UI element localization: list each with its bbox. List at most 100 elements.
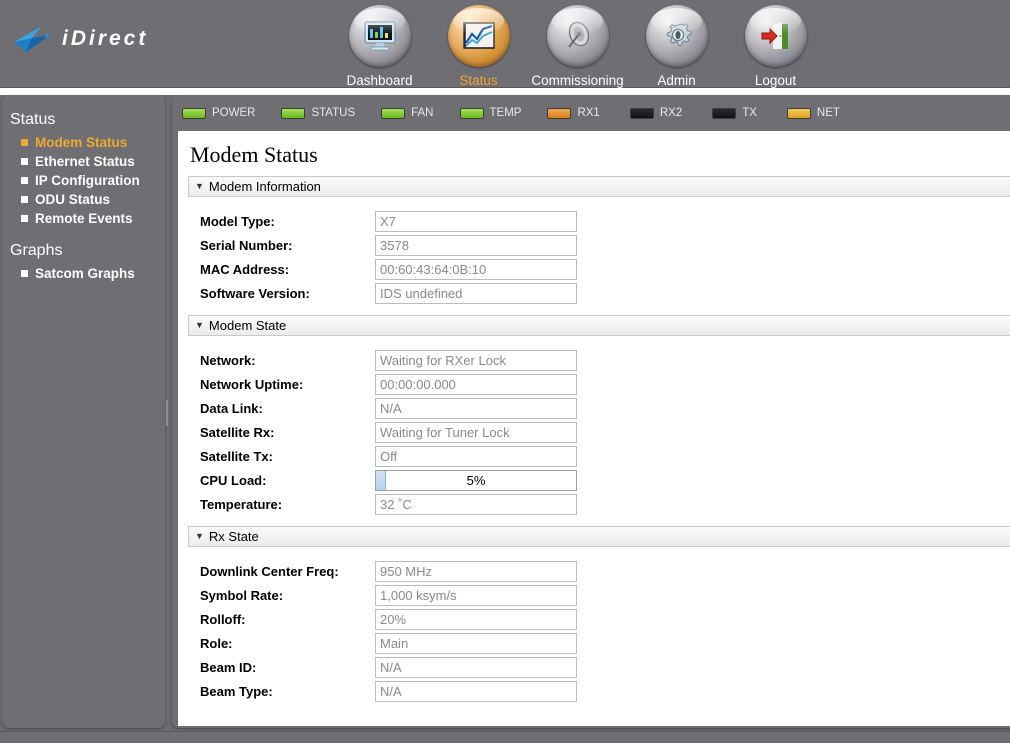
cpu-load-progress-bar: 5% bbox=[375, 469, 577, 491]
field-label: Rolloff: bbox=[200, 611, 246, 627]
field-satellite-tx: Satellite Tx: Off bbox=[188, 444, 1010, 468]
section-body-rx-state: Downlink Center Freq: 950 MHz Symbol Rat… bbox=[188, 547, 1010, 713]
led-label: STATUS bbox=[311, 107, 356, 119]
field-label: Beam Type: bbox=[200, 683, 273, 699]
field-value[interactable]: 20% bbox=[375, 608, 577, 630]
section-body-modem-state: Network: Waiting for RXer Lock Network U… bbox=[188, 336, 1010, 526]
monitor-chart-icon bbox=[348, 5, 411, 67]
sidebar-splitter-handle[interactable] bbox=[166, 400, 168, 426]
cpu-load-value: 5% bbox=[466, 472, 486, 488]
bullet-icon bbox=[21, 215, 28, 222]
field-symbol-rate: Symbol Rate: 1,000 ksym/s bbox=[188, 583, 1010, 607]
led-power: POWER bbox=[182, 107, 255, 119]
section-modem-state: ▼ Modem State Network: Waiting for RXer … bbox=[188, 315, 1010, 526]
field-label: Beam ID: bbox=[200, 659, 257, 675]
nav-item-logout[interactable]: Logout bbox=[726, 5, 825, 88]
exit-door-icon bbox=[744, 5, 807, 67]
field-value[interactable]: 32 ˚C bbox=[375, 493, 577, 515]
field-network: Network: Waiting for RXer Lock bbox=[188, 348, 1010, 372]
field-value[interactable]: 3578 bbox=[375, 234, 577, 256]
nav-item-admin[interactable]: Admin bbox=[627, 5, 726, 88]
field-value[interactable]: 1,000 ksym/s bbox=[375, 584, 577, 606]
section-title: Modem Information bbox=[208, 179, 321, 194]
field-label: Network: bbox=[200, 352, 256, 368]
field-label: Data Link: bbox=[200, 400, 263, 416]
led-indicator-icon bbox=[281, 107, 306, 119]
chevron-down-icon: ▼ bbox=[195, 531, 204, 541]
field-model-type: Model Type: X7 bbox=[188, 209, 1010, 233]
led-tx: TX bbox=[712, 107, 757, 119]
led-fan: FAN bbox=[381, 107, 434, 119]
sidebar-item-label: Ethernet Status bbox=[35, 154, 135, 169]
field-network-uptime: Network Uptime: 00:00:00.000 bbox=[188, 372, 1010, 396]
section-header-modem-information[interactable]: ▼ Modem Information bbox=[188, 176, 1010, 197]
app-header: iDirect Dashboard Status Commissioning A… bbox=[0, 0, 1010, 88]
sidebar-item-satcom-graphs[interactable]: Satcom Graphs bbox=[2, 264, 165, 283]
section-header-rx-state[interactable]: ▼ Rx State bbox=[188, 526, 1010, 547]
field-downlink-center-freq: Downlink Center Freq: 950 MHz bbox=[188, 559, 1010, 583]
field-value[interactable]: 00:00:00.000 bbox=[375, 373, 577, 395]
gear-icon bbox=[645, 5, 708, 67]
field-value[interactable]: Main bbox=[375, 632, 577, 654]
led-label: POWER bbox=[212, 107, 256, 119]
led-label: NET bbox=[816, 107, 840, 119]
led-indicator-icon bbox=[182, 107, 206, 119]
field-label: Role: bbox=[200, 635, 233, 651]
field-value[interactable]: Waiting for Tuner Lock bbox=[375, 421, 577, 443]
led-label: RX2 bbox=[659, 107, 683, 119]
field-value[interactable]: IDS undefined bbox=[375, 282, 577, 304]
sidebar-item-ethernet-status[interactable]: Ethernet Status bbox=[2, 152, 165, 171]
field-label: Symbol Rate: bbox=[200, 587, 284, 603]
nav-item-commissioning[interactable]: Commissioning bbox=[528, 5, 627, 88]
field-mac-address: MAC Address: 00:60:43:64:0B:10 bbox=[188, 257, 1010, 281]
nav-label-dashboard: Dashboard bbox=[346, 73, 413, 88]
sidebar-item-modem-status[interactable]: Modem Status bbox=[2, 133, 165, 152]
field-satellite-rx: Satellite Rx: Waiting for Tuner Lock bbox=[188, 420, 1010, 444]
led-status-bar: POWER STATUS FAN TEMP RX1 RX2 TX NET bbox=[172, 95, 1010, 131]
page-title: Modem Status bbox=[190, 142, 318, 167]
header-gap bbox=[0, 88, 1010, 95]
nav-item-status[interactable]: Status bbox=[429, 5, 528, 88]
brand-logo: iDirect bbox=[12, 22, 148, 56]
field-temperature: Temperature: 32 ˚C bbox=[188, 492, 1010, 516]
field-value[interactable]: N/A bbox=[375, 680, 577, 702]
led-indicator-icon bbox=[459, 107, 484, 119]
app-footer bbox=[0, 731, 1010, 743]
sidebar-group-title-status: Status bbox=[10, 111, 56, 128]
nav-label-commissioning: Commissioning bbox=[531, 73, 624, 88]
field-value[interactable]: Off bbox=[375, 445, 577, 467]
field-label: CPU Load: bbox=[200, 472, 267, 488]
sidebar-item-ip-configuration[interactable]: IP Configuration bbox=[2, 171, 165, 190]
section-title: Rx State bbox=[208, 529, 259, 544]
section-header-modem-state[interactable]: ▼ Modem State bbox=[188, 315, 1010, 336]
field-label: Network Uptime: bbox=[200, 376, 304, 392]
led-label: RX1 bbox=[577, 107, 600, 119]
field-value[interactable]: N/A bbox=[375, 656, 577, 678]
content-area: Modem Status ▼ Modem Information Model T… bbox=[178, 131, 1010, 726]
field-value[interactable]: N/A bbox=[375, 397, 577, 419]
field-value[interactable]: X7 bbox=[375, 210, 577, 232]
sidebar-group-title-graphs: Graphs bbox=[10, 242, 63, 259]
led-rx1: RX1 bbox=[547, 107, 600, 119]
sidebar-item-remote-events[interactable]: Remote Events bbox=[2, 209, 165, 228]
field-value[interactable]: Waiting for RXer Lock bbox=[375, 349, 577, 371]
field-serial-number: Serial Number: 3578 bbox=[188, 233, 1010, 257]
bullet-icon bbox=[21, 196, 28, 203]
led-indicator-icon bbox=[629, 107, 654, 119]
field-cpu-load: CPU Load: 5% bbox=[188, 468, 1010, 492]
field-software-version: Software Version: IDS undefined bbox=[188, 281, 1010, 305]
field-label: Downlink Center Freq: bbox=[200, 563, 339, 579]
sidebar-item-label: Satcom Graphs bbox=[35, 266, 135, 281]
brand-name: iDirect bbox=[62, 27, 149, 50]
field-label: Satellite Rx: bbox=[200, 424, 275, 440]
nav-label-status: Status bbox=[459, 73, 498, 88]
led-indicator-icon bbox=[381, 107, 406, 119]
satellite-dish-icon bbox=[546, 5, 609, 67]
nav-label-admin: Admin bbox=[657, 73, 696, 88]
led-label: TEMP bbox=[489, 107, 522, 119]
field-value[interactable]: 950 MHz bbox=[375, 560, 577, 582]
field-value[interactable]: 00:60:43:64:0B:10 bbox=[375, 258, 577, 280]
sidebar-item-odu-status[interactable]: ODU Status bbox=[2, 190, 165, 209]
nav-item-dashboard[interactable]: Dashboard bbox=[330, 5, 429, 88]
led-status: STATUS bbox=[281, 107, 355, 119]
